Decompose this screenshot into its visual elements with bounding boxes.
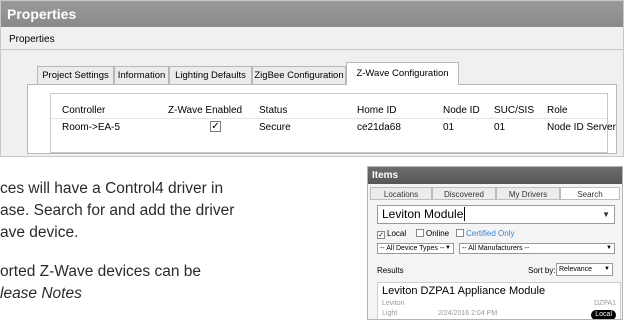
result-brand: Leviton [382, 300, 405, 307]
body-text-line: ase. Search for and add the driver [0, 202, 235, 219]
column-header-suc-sis: SUC/SIS [494, 105, 535, 116]
divider [51, 118, 607, 119]
body-text-line: ces will have a Control4 driver in [0, 180, 224, 197]
cell-node-id: 01 [443, 122, 455, 133]
chevron-down-icon: ▼ [445, 245, 451, 251]
checkbox-icon [456, 229, 464, 237]
search-input[interactable]: Leviton Module ▼ [377, 205, 615, 224]
properties-title: Properties [1, 1, 623, 27]
filter-label: Local [387, 229, 407, 238]
results-label: Results [377, 266, 404, 275]
sort-by-label: Sort by: [528, 266, 556, 275]
cell-home-id: ce21da68 [357, 122, 401, 133]
sort-select[interactable]: Relevance ▼ [556, 263, 613, 276]
search-input-value: Leviton Module [382, 207, 464, 221]
chevron-down-icon: ▼ [604, 266, 610, 272]
tab-zwave-configuration[interactable]: Z-Wave Configuration [346, 62, 459, 85]
result-model: DZPA1 [593, 300, 616, 307]
sort-select-value: Relevance [559, 266, 593, 273]
checkbox-icon [416, 229, 424, 237]
tab-lighting-defaults[interactable]: Lighting Defaults [169, 66, 252, 84]
body-text-line: ave device. [0, 224, 79, 241]
tab-search[interactable]: Search [560, 187, 620, 200]
items-title: Items [368, 167, 622, 184]
properties-subtitle: Properties [9, 34, 55, 45]
column-header-status: Status [259, 105, 288, 116]
checkbox-checked-icon: ✓ [377, 231, 385, 239]
result-item[interactable]: Leviton DZPA1 Appliance Module Leviton D… [377, 282, 621, 319]
local-badge: Local [591, 310, 616, 319]
column-header-role: Role [547, 105, 568, 116]
device-type-select-value: -- All Device Types -- [380, 245, 445, 252]
divider [1, 49, 623, 50]
result-name: Leviton DZPA1 Appliance Module [382, 285, 546, 297]
manufacturer-select[interactable]: -- All Manufacturers -- ▼ [459, 243, 615, 254]
column-header-home-id: Home ID [357, 105, 397, 116]
text-cursor [464, 207, 466, 221]
tab-project-settings[interactable]: Project Settings [37, 66, 114, 84]
body-text-line: lease Notes [0, 285, 82, 302]
result-type: Light [382, 310, 398, 317]
cell-controller: Room->EA-5 [62, 122, 121, 133]
filter-certified-only-checkbox[interactable]: Certified Only [456, 229, 514, 239]
column-header-controller: Controller [62, 105, 106, 116]
column-header-node-id: Node ID [443, 105, 480, 116]
filter-local-checkbox[interactable]: ✓ Local [377, 229, 406, 239]
tab-locations[interactable]: Locations [370, 187, 432, 200]
cell-status: Secure [259, 122, 291, 133]
result-date: 2/24/2016 2:04 PM [438, 310, 498, 317]
chevron-down-icon[interactable]: ▼ [602, 206, 610, 223]
tab-information[interactable]: Information [114, 66, 169, 84]
zwave-enabled-checkbox[interactable]: ✓ [210, 121, 221, 132]
body-text-line: orted Z-Wave devices can be [0, 263, 202, 280]
tab-discovered[interactable]: Discovered [432, 187, 496, 200]
column-header-zwave-enabled: Z-Wave Enabled [168, 105, 243, 116]
filter-label: Online [426, 229, 450, 238]
manufacturer-select-value: -- All Manufacturers -- [462, 245, 530, 252]
properties-window: Properties Properties Project Settings I… [0, 0, 624, 157]
zwave-tab-panel: Controller Z-Wave Enabled Status Home ID… [27, 84, 617, 154]
device-type-select[interactable]: -- All Device Types -- ▼ [377, 243, 454, 254]
filter-online-checkbox[interactable]: Online [416, 229, 449, 239]
cell-suc-sis: 01 [494, 122, 506, 133]
chevron-down-icon: ▼ [606, 245, 612, 251]
tab-zigbee-configuration[interactable]: ZigBee Configuration [252, 66, 346, 84]
cell-role: Node ID Server [547, 122, 616, 133]
tab-my-drivers[interactable]: My Drivers [496, 187, 560, 200]
filter-label: Certified Only [466, 229, 515, 238]
items-panel: Items Locations Discovered My Drivers Se… [367, 166, 623, 320]
zwave-controller-table: Controller Z-Wave Enabled Status Home ID… [50, 93, 616, 153]
